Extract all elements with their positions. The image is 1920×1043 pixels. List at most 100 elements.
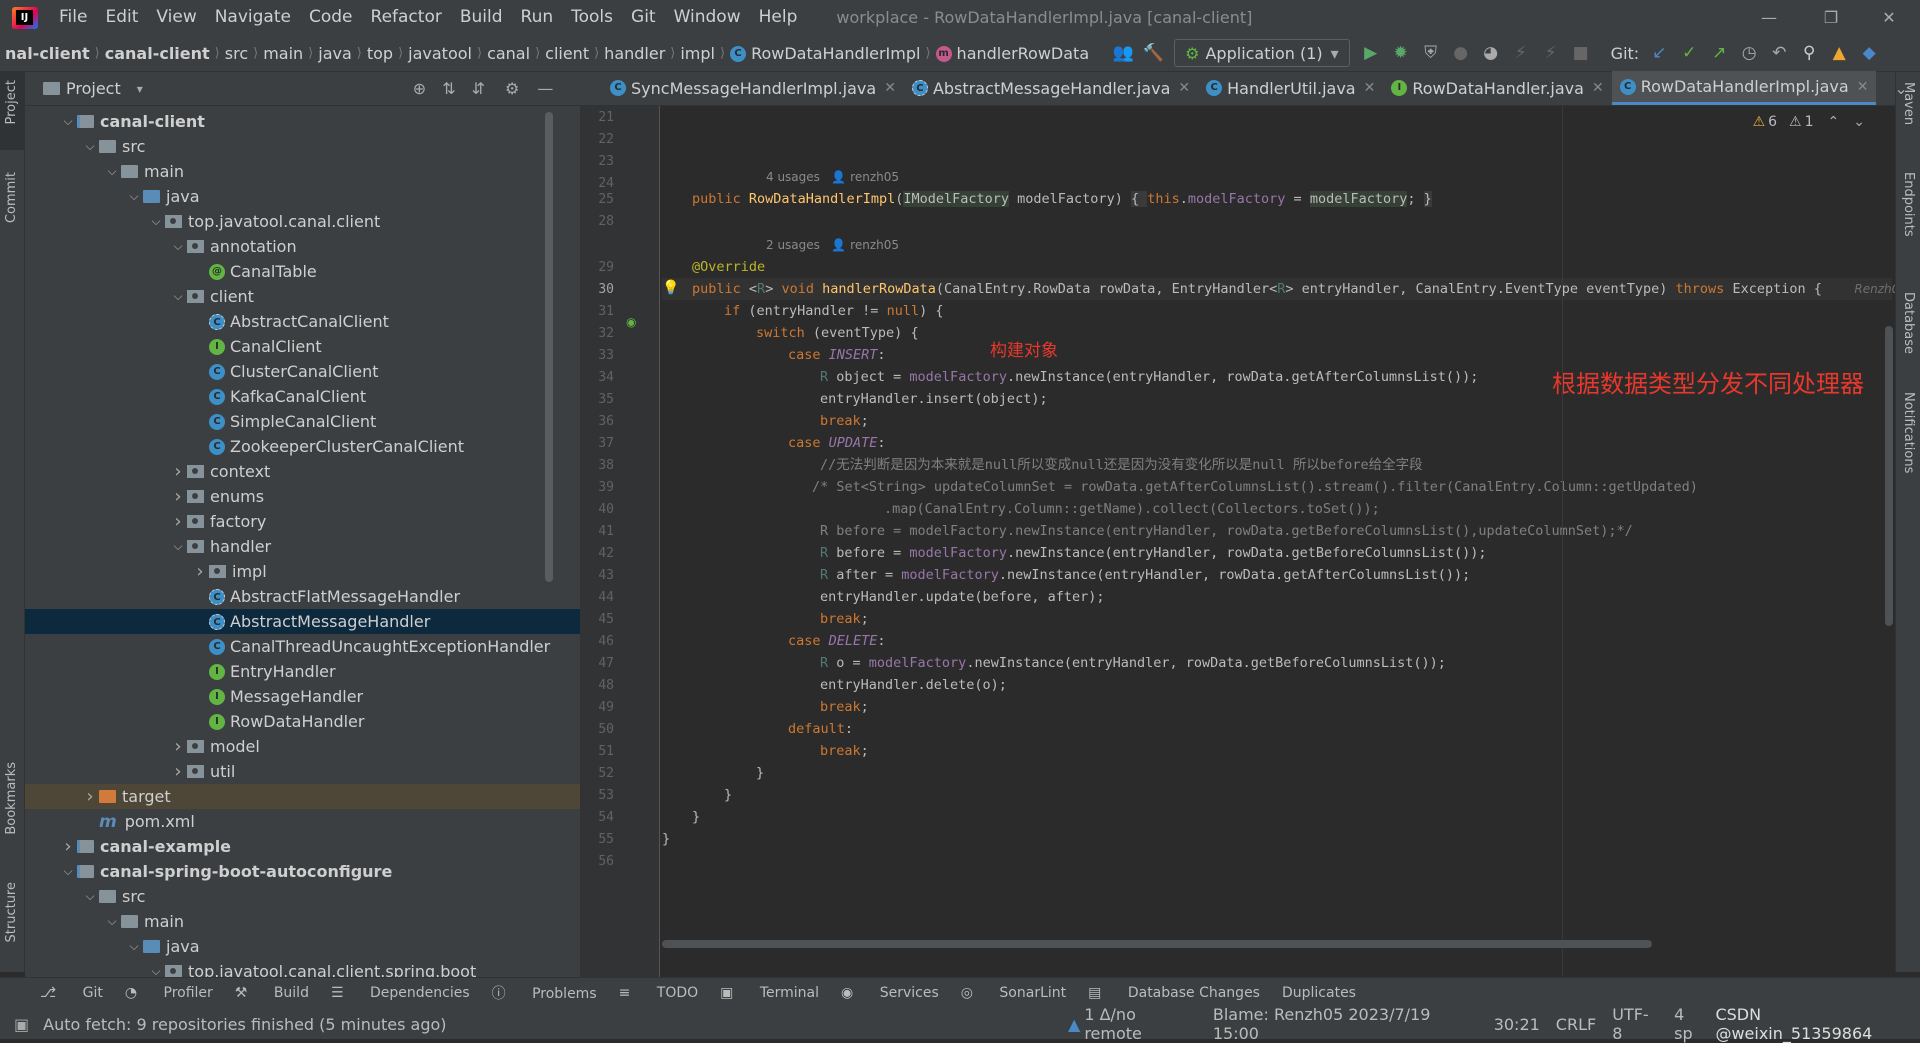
tool-window-services[interactable]: ◉ Services	[841, 985, 939, 1001]
chevron-right-icon[interactable]: ›	[169, 461, 187, 482]
breadcrumb-canal[interactable]: canal	[482, 44, 535, 63]
close-tab-icon[interactable]: ✕	[1592, 80, 1604, 96]
tree-item[interactable]: C AbstractFlatMessageHandler	[25, 584, 580, 609]
tab-abstract-message-handler[interactable]: C AbstractMessageHandler.java ✕	[904, 71, 1198, 105]
tree-item[interactable]: ⌵ main	[25, 159, 580, 184]
collapse-all-icon[interactable]: ⇵	[472, 79, 485, 98]
close-tab-icon[interactable]: ✕	[1178, 80, 1190, 96]
tree-item[interactable]: ⌵ annotation	[25, 234, 580, 259]
commit-tool-label[interactable]: Commit	[4, 172, 19, 223]
chevron-down-icon[interactable]: ⌵	[169, 239, 187, 254]
locate-icon[interactable]: ⊕	[413, 79, 426, 98]
tree-item[interactable]: › enums	[25, 484, 580, 509]
git-update-icon[interactable]: ↙	[1646, 40, 1672, 66]
structure-tool-label[interactable]: Structure	[4, 882, 19, 942]
caret-position[interactable]: 30:21	[1494, 1015, 1540, 1034]
update-icon[interactable]: ▲	[1826, 40, 1852, 66]
breadcrumb-src[interactable]: src	[220, 44, 253, 63]
tool-window-dependencies[interactable]: ☰ Dependencies	[331, 985, 470, 1001]
chevron-right-icon[interactable]: ›	[169, 511, 187, 532]
chevron-down-icon[interactable]: ⌵	[125, 189, 143, 204]
close-window-icon[interactable]: ✕	[1866, 0, 1912, 35]
tree-item[interactable]: › canal-example	[25, 834, 580, 859]
git-history-icon[interactable]: ◷	[1736, 40, 1762, 66]
intellij-logo-icon[interactable]: IJ	[12, 6, 38, 29]
indent-setting[interactable]: 4 sp	[1674, 1005, 1707, 1043]
tabs-dropdown-icon[interactable]: ⌄	[1886, 71, 1915, 105]
chevron-down-icon[interactable]: ⌵	[59, 114, 77, 129]
chevron-down-icon[interactable]: ⌵	[81, 139, 99, 154]
plugin-logo-icon[interactable]: ◆	[1856, 40, 1882, 66]
tree-item[interactable]: C CanalThreadUncaughtExceptionHandler	[25, 634, 580, 659]
git-push-icon[interactable]: ↗	[1706, 40, 1732, 66]
breadcrumb-main[interactable]: main	[258, 44, 308, 63]
code-area[interactable]: 4 usages 👤 renzh05 public RowDataHandler…	[662, 106, 1895, 977]
menu-run[interactable]: Run	[512, 0, 563, 35]
expand-all-icon[interactable]: ⇅	[442, 79, 455, 98]
menu-window[interactable]: Window	[665, 0, 750, 35]
status-message[interactable]: Auto fetch: 9 repositories finished (5 m…	[43, 1015, 1068, 1034]
bookmarks-tool-label[interactable]: Bookmarks	[4, 762, 19, 835]
breadcrumb-impl[interactable]: impl	[675, 44, 720, 63]
tree-item[interactable]: I CanalClient	[25, 334, 580, 359]
menu-tools[interactable]: Tools	[562, 0, 622, 35]
reload-icon[interactable]: ⚡	[1538, 40, 1564, 66]
tree-item[interactable]: › impl	[25, 559, 580, 584]
run-config-select[interactable]: ⚙ Application (1) ▾	[1174, 39, 1350, 67]
tree-item[interactable]: @ CanalTable	[25, 259, 580, 284]
chevron-down-icon[interactable]: ⌵	[81, 889, 99, 904]
breadcrumb-project[interactable]: nal-client	[0, 44, 95, 63]
panel-toggle-icon[interactable]: ▣	[14, 1015, 29, 1034]
tree-item[interactable]: ⌵ src	[25, 884, 580, 909]
tree-item[interactable]: C AbstractMessageHandler	[25, 609, 580, 634]
menu-navigate[interactable]: Navigate	[206, 0, 300, 35]
breadcrumb-top[interactable]: top	[362, 44, 398, 63]
tool-window-git[interactable]: ⎇ Git	[40, 985, 103, 1001]
tree-item[interactable]: ⌵ main	[25, 909, 580, 934]
tree-item[interactable]: C ClusterCanalClient	[25, 359, 580, 384]
tree-item[interactable]: › factory	[25, 509, 580, 534]
usages-hint[interactable]: 4 usages 👤 renzh05	[766, 170, 899, 184]
lightbulb-icon[interactable]: 💡	[662, 280, 679, 296]
tree-item[interactable]: ⌵ client	[25, 284, 580, 309]
chevron-down-icon[interactable]: ⌵	[125, 939, 143, 954]
chevron-right-icon[interactable]: ›	[169, 761, 187, 782]
tool-window-database-changes[interactable]: ▤ Database Changes	[1088, 985, 1260, 1001]
breadcrumb-method[interactable]: m handlerRowData	[931, 44, 1095, 63]
chevron-down-icon[interactable]: ▾	[137, 82, 143, 96]
tree-item[interactable]: ⌵ handler	[25, 534, 580, 559]
tree-item[interactable]: C AbstractCanalClient	[25, 309, 580, 334]
git-rollback-icon[interactable]: ↶	[1766, 40, 1792, 66]
project-scrollbar[interactable]	[545, 112, 553, 582]
tree-item[interactable]: ⌵ java	[25, 184, 580, 209]
tree-item[interactable]: › util	[25, 759, 580, 784]
more-options-icon[interactable]: ⋮	[1916, 71, 1920, 105]
restore-icon[interactable]: ❐	[1808, 0, 1854, 35]
tree-item[interactable]: ⌵ java	[25, 934, 580, 959]
blame-status[interactable]: Blame: Renzh05 2023/7/19 15:00	[1213, 1005, 1478, 1043]
tool-window-problems[interactable]: ⓘ Problems	[492, 983, 597, 1003]
tool-window-duplicates[interactable]: Duplicates	[1282, 985, 1356, 1001]
run-icon[interactable]: ▶	[1358, 40, 1384, 66]
tool-window-profiler[interactable]: ◔ Profiler	[125, 985, 213, 1001]
breadcrumb-class[interactable]: C RowDataHandlerImpl	[725, 44, 925, 63]
more-run-icon[interactable]: ◕	[1478, 40, 1504, 66]
endpoints-tool-label[interactable]: Endpoints	[1901, 172, 1916, 237]
chevron-right-icon[interactable]: ›	[191, 561, 209, 582]
tree-item[interactable]: ⌵ canal-spring-boot-autoconfigure	[25, 859, 580, 884]
tab-handler-util[interactable]: C HandlerUtil.java ✕	[1198, 71, 1383, 105]
attach-icon[interactable]: ⚡	[1508, 40, 1534, 66]
chevron-down-icon[interactable]: ⌵	[169, 289, 187, 304]
tab-row-data-handler-impl[interactable]: C RowDataHandlerImpl.java ✕	[1611, 71, 1877, 105]
tool-window-todo[interactable]: ≡ TODO	[619, 985, 699, 1001]
tree-item[interactable]: ⌵ top.javatool.canal.client	[25, 209, 580, 234]
menu-file[interactable]: File	[50, 0, 96, 35]
notifications-tool-label[interactable]: Notifications	[1901, 392, 1916, 473]
line-separator[interactable]: CRLF	[1556, 1015, 1596, 1034]
menu-refactor[interactable]: Refactor	[362, 0, 451, 35]
project-tool-label[interactable]: Project	[4, 80, 19, 124]
file-encoding[interactable]: UTF-8	[1612, 1005, 1658, 1043]
tree-item[interactable]: m pom.xml	[25, 809, 580, 834]
search-icon[interactable]: ⚲	[1796, 40, 1822, 66]
horizontal-scrollbar[interactable]	[662, 940, 1652, 948]
